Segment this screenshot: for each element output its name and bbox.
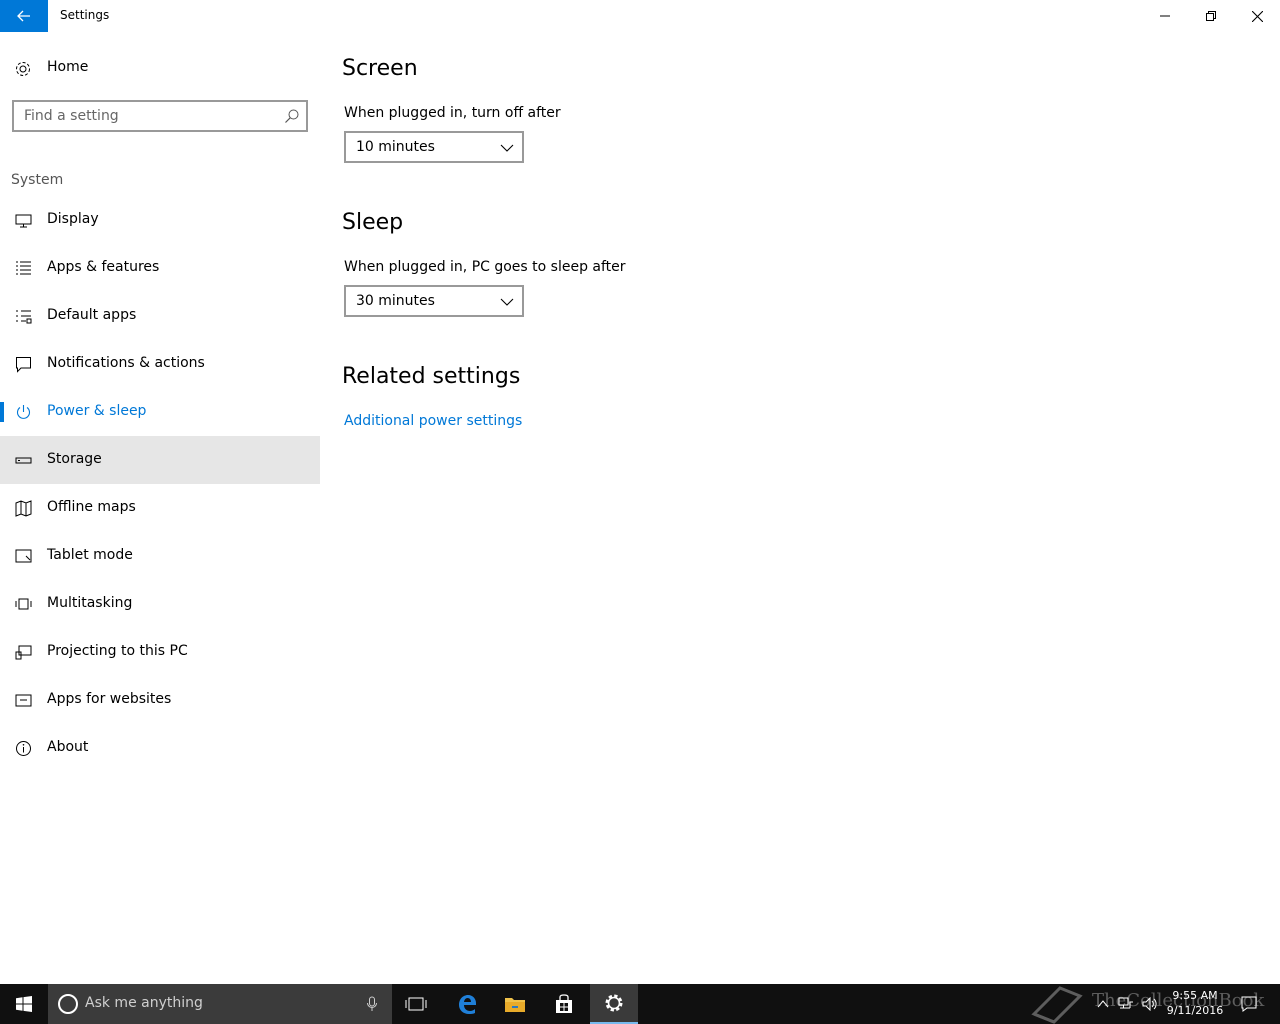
restore-icon [1206, 11, 1216, 21]
microphone-icon[interactable] [366, 996, 378, 1012]
action-center-button[interactable] [1234, 984, 1264, 1024]
store-icon [556, 994, 572, 1013]
info-icon [16, 741, 31, 756]
edge-button[interactable] [443, 984, 491, 1024]
restore-button[interactable] [1188, 0, 1234, 32]
search-placeholder: Find a setting [24, 108, 119, 124]
tablet-icon [15, 549, 32, 563]
file-explorer-button[interactable] [491, 984, 539, 1024]
back-button[interactable] [0, 0, 48, 32]
sidebar-item-label: Notifications & actions [47, 355, 205, 371]
sidebar-item-storage[interactable]: Storage [0, 436, 320, 484]
title-bar: Settings [0, 0, 1280, 32]
sidebar-item-notifications[interactable]: Notifications & actions [0, 340, 320, 388]
app-title: Settings [60, 8, 110, 22]
minimize-icon [1160, 15, 1170, 17]
related-settings-heading: Related settings [342, 364, 521, 389]
projecting-icon [15, 645, 32, 660]
search-input[interactable]: Find a setting [12, 100, 308, 132]
clock[interactable]: 9:55 AM 9/11/2016 [1160, 988, 1230, 1018]
sidebar-item-label: Offline maps [47, 499, 136, 515]
power-icon [16, 405, 31, 419]
sidebar-item-default-apps[interactable]: Default apps [0, 292, 320, 340]
chevron-down-icon [500, 298, 514, 306]
map-icon [15, 500, 32, 517]
sleep-timeout-value: 30 minutes [356, 293, 435, 309]
nav-list: Display Apps & features Default apps Not… [0, 196, 320, 772]
edge-icon [459, 995, 476, 1014]
sidebar-item-apps-websites[interactable]: Apps for websites [0, 676, 320, 724]
message-icon [16, 357, 31, 373]
sidebar-item-display[interactable]: Display [0, 196, 320, 244]
chevron-down-icon [500, 144, 514, 152]
additional-power-settings-link[interactable]: Additional power settings [344, 413, 522, 429]
clock-time: 9:55 AM [1172, 989, 1218, 1002]
start-button[interactable] [0, 984, 48, 1024]
sidebar-item-apps-features[interactable]: Apps & features [0, 244, 320, 292]
home-label: Home [47, 59, 89, 75]
sidebar-item-projecting[interactable]: Projecting to this PC [0, 628, 320, 676]
apps-websites-icon [15, 694, 32, 707]
screen-timeout-value: 10 minutes [356, 139, 435, 155]
cortana-placeholder: Ask me anything [85, 995, 203, 1011]
folder-icon [505, 998, 525, 1012]
sidebar-item-about[interactable]: About [0, 724, 320, 772]
sidebar-item-label: Storage [47, 451, 102, 467]
sidebar-item-power-sleep[interactable]: Power & sleep [0, 388, 320, 436]
sidebar: Home Find a setting System Display Apps … [0, 32, 320, 984]
settings-window: Settings Home Find a setting System Disp… [0, 0, 1280, 1024]
search-icon[interactable] [284, 108, 300, 124]
sidebar-item-label: Apps for websites [47, 691, 172, 707]
task-view-button[interactable] [392, 984, 440, 1024]
close-button[interactable] [1234, 0, 1280, 32]
sidebar-item-label: Power & sleep [47, 403, 147, 419]
storage-icon [15, 457, 32, 464]
home-link[interactable]: Home [0, 52, 320, 84]
sidebar-item-label: About [47, 739, 89, 755]
gear-icon [16, 62, 30, 76]
sidebar-item-multitasking[interactable]: Multitasking [0, 580, 320, 628]
sidebar-item-label: Display [47, 211, 99, 227]
windows-logo-icon [16, 996, 32, 1012]
minimize-button[interactable] [1142, 0, 1188, 32]
default-apps-icon [16, 310, 32, 324]
speaker-icon [1142, 997, 1157, 1011]
sleep-heading: Sleep [342, 210, 404, 235]
close-icon [1251, 10, 1263, 22]
multitasking-icon [15, 598, 32, 610]
sidebar-item-label: Tablet mode [47, 547, 133, 563]
screen-timeout-dropdown[interactable]: 10 minutes [344, 131, 524, 163]
cortana-search-box[interactable]: Ask me anything [48, 984, 392, 1024]
volume-button[interactable] [1140, 984, 1160, 1024]
book-icon [1031, 986, 1083, 1024]
sidebar-item-label: Multitasking [47, 595, 133, 611]
sleep-timeout-dropdown[interactable]: 30 minutes [344, 285, 524, 317]
store-button[interactable] [540, 984, 588, 1024]
screen-heading: Screen [342, 56, 418, 81]
back-arrow-icon [17, 10, 30, 22]
monitor-icon [15, 214, 32, 228]
taskbar: Ask me anything TheCollectionBook 9:55 A… [0, 984, 1280, 1024]
settings-taskbar-button[interactable] [590, 984, 638, 1024]
list-icon [16, 261, 31, 275]
group-label: System [11, 172, 64, 188]
sleep-label: When plugged in, PC goes to sleep after [344, 259, 626, 275]
sidebar-item-label: Apps & features [47, 259, 160, 275]
chevron-up-icon [1097, 1000, 1109, 1008]
network-button[interactable] [1116, 984, 1136, 1024]
sidebar-item-label: Default apps [47, 307, 137, 323]
sidebar-item-offline-maps[interactable]: Offline maps [0, 484, 320, 532]
gear-icon [605, 994, 623, 1012]
show-hidden-icons-button[interactable] [1094, 984, 1112, 1024]
screen-label: When plugged in, turn off after [344, 105, 561, 121]
network-icon [1118, 997, 1133, 1009]
cortana-icon [58, 994, 78, 1014]
task-view-icon [405, 997, 427, 1011]
sidebar-item-tablet-mode[interactable]: Tablet mode [0, 532, 320, 580]
clock-date: 9/11/2016 [1166, 1004, 1224, 1017]
sidebar-item-label: Projecting to this PC [47, 643, 188, 659]
notification-icon [1241, 996, 1257, 1012]
